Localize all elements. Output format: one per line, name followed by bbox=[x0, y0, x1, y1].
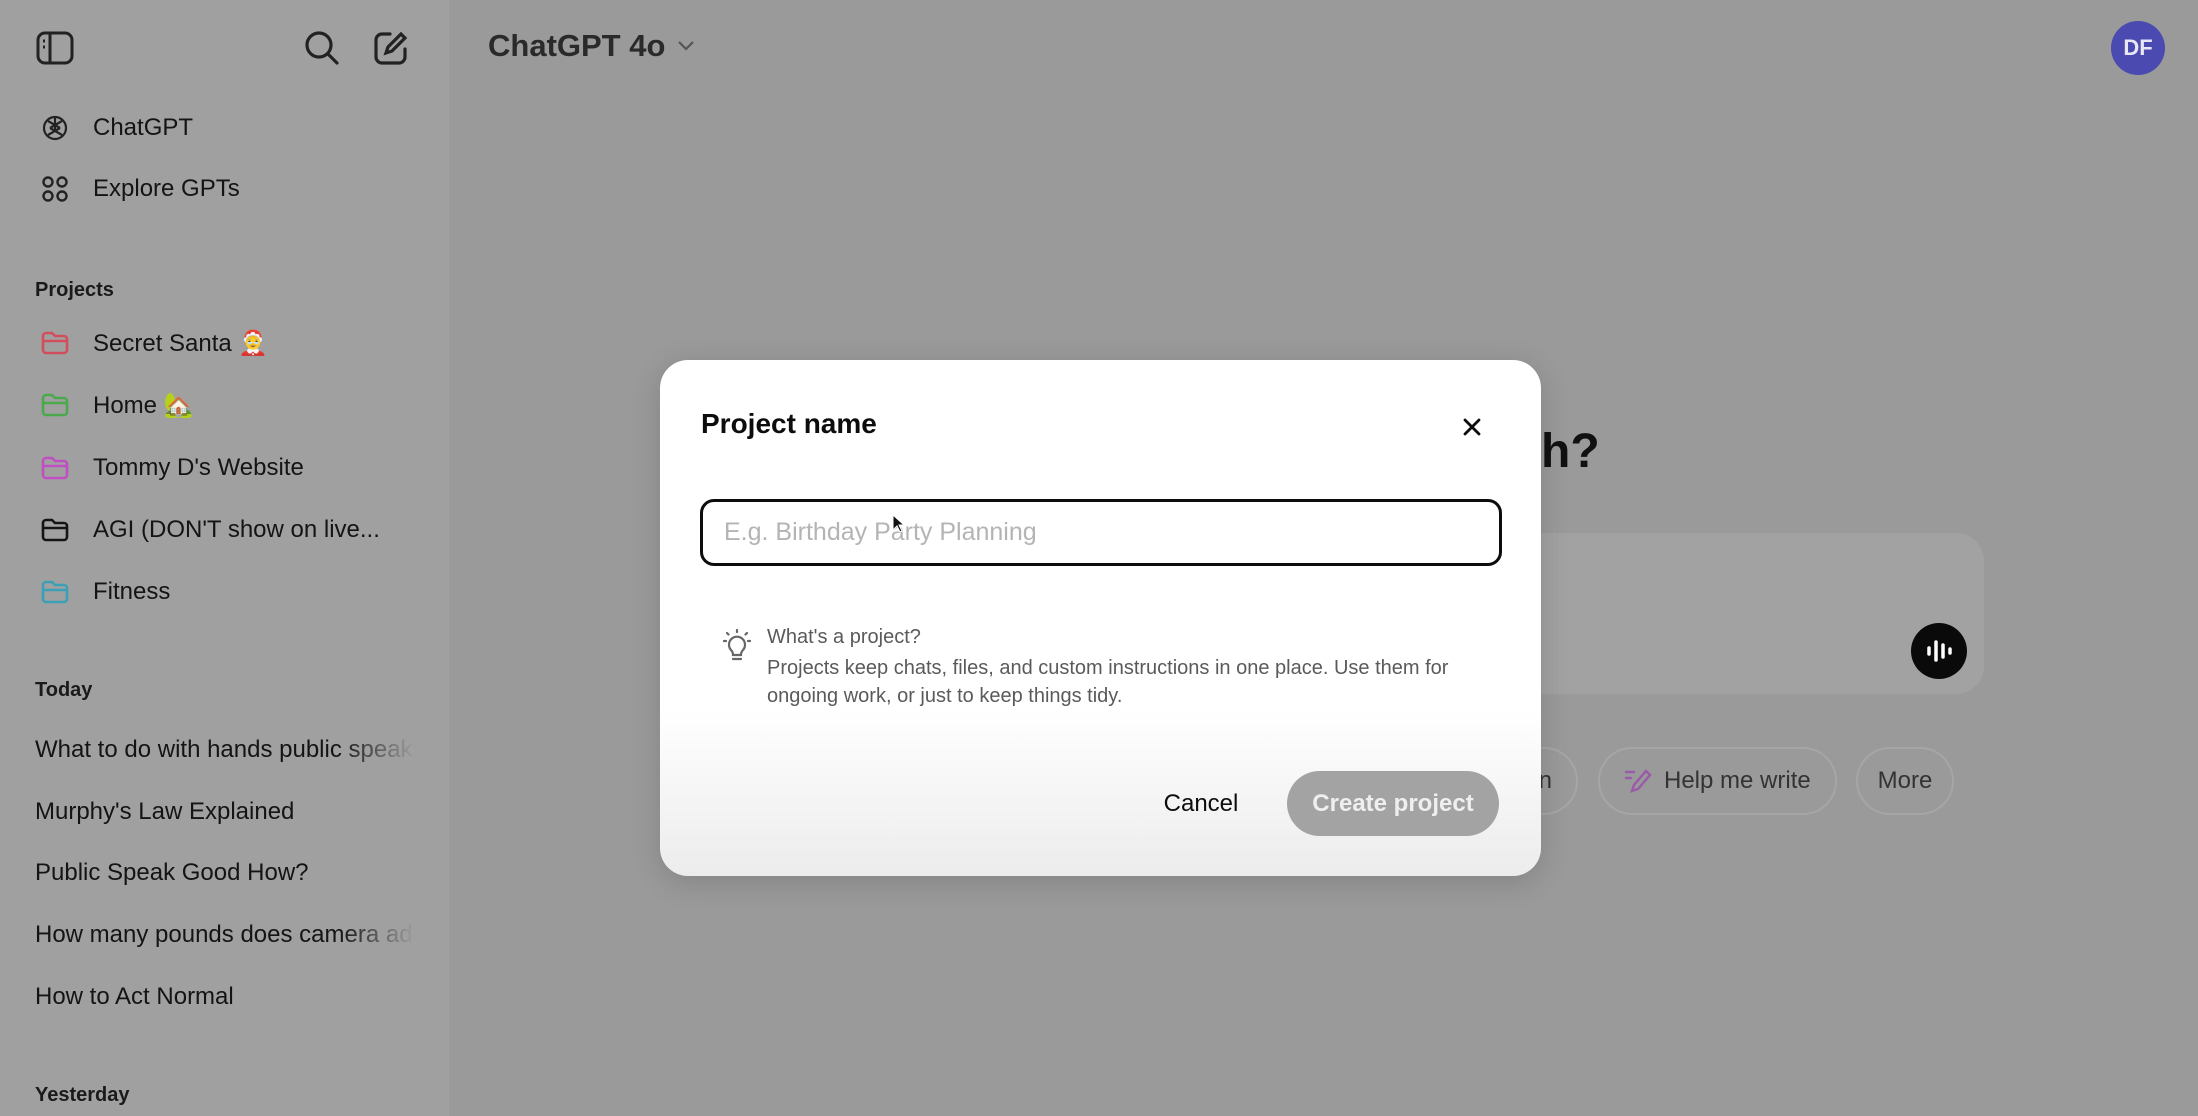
avatar[interactable]: DF bbox=[2111, 21, 2165, 75]
project-label: Fitness bbox=[93, 578, 171, 605]
yesterday-header: Yesterday bbox=[35, 1084, 130, 1106]
create-project-dialog: Project name What's a project? Projects … bbox=[660, 360, 1541, 876]
folder-icon bbox=[35, 448, 75, 488]
today-header: Today bbox=[35, 679, 93, 701]
greeting-heading: h? bbox=[1541, 425, 1600, 478]
openai-logo-icon bbox=[35, 108, 75, 148]
chat-item[interactable]: What to do with hands public speaking bbox=[35, 736, 415, 764]
chat-item[interactable]: How many pounds does camera add bbox=[35, 921, 415, 949]
folder-icon bbox=[35, 323, 75, 363]
project-label: Tommy D's Website bbox=[93, 454, 304, 481]
sidebar-toggle-icon[interactable] bbox=[33, 26, 77, 70]
project-name-input[interactable] bbox=[700, 499, 1502, 566]
create-project-button[interactable]: Create project bbox=[1287, 771, 1499, 836]
folder-icon bbox=[35, 572, 75, 612]
model-selector[interactable]: ChatGPT 4o bbox=[488, 28, 695, 64]
sidebar-item-label: ChatGPT bbox=[93, 114, 194, 141]
sidebar-item-label: Explore GPTs bbox=[93, 175, 240, 202]
voice-mode-button[interactable] bbox=[1911, 623, 1967, 679]
dialog-title: Project name bbox=[701, 408, 877, 439]
chat-item[interactable]: How to Act Normal bbox=[35, 983, 415, 1011]
help-me-write-pill[interactable]: Help me write bbox=[1598, 747, 1837, 815]
chevron-down-icon bbox=[678, 41, 695, 51]
project-item[interactable]: Fitness bbox=[35, 570, 170, 614]
project-item[interactable]: Home 🏡 bbox=[35, 383, 194, 427]
project-label: AGI (DON'T show on live... bbox=[93, 516, 380, 543]
composer[interactable] bbox=[1500, 533, 1984, 694]
more-pill[interactable]: More bbox=[1856, 747, 1954, 815]
pen-icon bbox=[1624, 769, 1652, 793]
chat-item[interactable]: Public Speak Good How? bbox=[35, 859, 415, 887]
sidebar: ChatGPT Explore GPTs Projects Secret San… bbox=[0, 0, 449, 1116]
model-title: ChatGPT 4o bbox=[488, 28, 666, 63]
info-description: Projects keep chats, files, and custom i… bbox=[767, 657, 1449, 707]
waveform-icon bbox=[1927, 640, 1952, 662]
new-chat-icon[interactable] bbox=[369, 26, 413, 70]
mouse-cursor-icon bbox=[892, 513, 906, 539]
projects-header: Projects bbox=[35, 279, 114, 301]
cancel-button[interactable]: Cancel bbox=[1150, 771, 1252, 836]
grid-icon bbox=[35, 169, 75, 209]
lightbulb-icon bbox=[721, 628, 753, 671]
project-item[interactable]: Tommy D's Website bbox=[35, 446, 304, 490]
close-icon[interactable] bbox=[1455, 410, 1489, 444]
project-item[interactable]: Secret Santa 🤶 bbox=[35, 321, 268, 365]
chat-item[interactable]: Murphy's Law Explained bbox=[35, 798, 415, 826]
info-title: What's a project? bbox=[767, 626, 921, 648]
project-label: Secret Santa 🤶 bbox=[93, 329, 269, 357]
pill-label: More bbox=[1877, 767, 1933, 794]
sidebar-item-explore-gpts[interactable]: Explore GPTs bbox=[35, 167, 240, 211]
project-item[interactable]: AGI (DON'T show on live... bbox=[35, 508, 380, 552]
folder-icon bbox=[35, 385, 75, 425]
pill-label: Help me write bbox=[1664, 767, 1811, 794]
search-icon[interactable] bbox=[300, 26, 344, 70]
project-label: Home 🏡 bbox=[93, 391, 194, 419]
sidebar-item-chatgpt[interactable]: ChatGPT bbox=[35, 106, 193, 150]
folder-icon bbox=[35, 510, 75, 550]
